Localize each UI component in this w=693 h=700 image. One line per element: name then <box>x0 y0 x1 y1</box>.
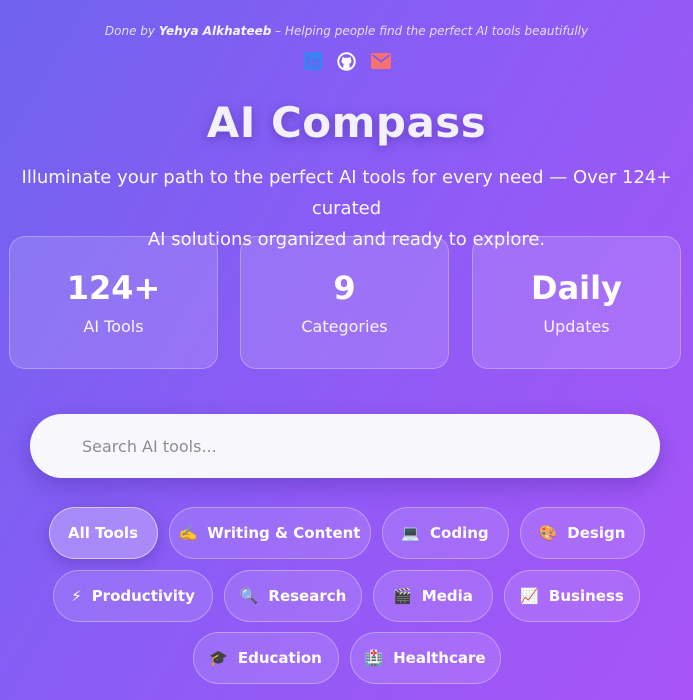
magnifier-icon: 🔍 <box>239 587 259 605</box>
search-input[interactable] <box>82 436 622 456</box>
filter-education[interactable]: 🎓 Education <box>192 632 339 684</box>
linkedin-icon[interactable] <box>303 51 323 71</box>
category-row-3: 🎓 Education 🏥 Healthcare <box>0 632 693 684</box>
stat-value: 124+ <box>66 269 161 307</box>
writing-hand-icon: ✍️ <box>178 524 198 542</box>
stat-label: AI Tools <box>83 317 144 336</box>
filter-productivity[interactable]: ⚡ Productivity <box>53 570 213 622</box>
palette-icon: 🎨 <box>538 524 558 542</box>
stat-card-tools: 124+ AI Tools <box>9 236 218 369</box>
filter-healthcare[interactable]: 🏥 Healthcare <box>349 632 501 684</box>
mail-icon[interactable] <box>370 51 391 71</box>
credit-line: Done by Yehya Alkhateeb – Helping people… <box>0 24 693 38</box>
graduation-cap-icon: 🎓 <box>209 649 228 667</box>
medical-icon: 🏥 <box>364 649 384 667</box>
category-row-1: All Tools ✍️ Writing & Content 💻 Coding … <box>0 507 693 559</box>
filter-business[interactable]: 📈 Business <box>504 570 640 622</box>
filter-label: Healthcare <box>393 649 486 667</box>
credit-suffix: – Helping people find the perfect AI too… <box>271 24 589 38</box>
credit-prefix: Done by <box>104 24 159 38</box>
github-icon[interactable] <box>337 51 357 71</box>
stat-card-updates: Daily Updates <box>472 236 681 369</box>
author-name: Yehya Alkhateeb <box>158 24 272 38</box>
clapper-icon: 🎬 <box>393 587 412 605</box>
filter-label: Research <box>268 587 347 605</box>
stat-label: Categories <box>301 317 388 336</box>
filter-label: Design <box>567 524 626 542</box>
filter-label: Coding <box>430 524 489 542</box>
search-bar <box>30 414 660 478</box>
filter-label: Business <box>548 587 624 605</box>
social-links <box>0 51 693 71</box>
filter-all-tools[interactable]: All Tools <box>48 507 158 559</box>
filter-label: All Tools <box>67 524 139 542</box>
stat-value: 9 <box>333 269 356 307</box>
page-title: AI Compass <box>206 98 487 147</box>
filter-research[interactable]: 🔍 Research <box>224 570 362 622</box>
filter-label: Productivity <box>91 587 195 605</box>
laptop-icon: 💻 <box>401 524 421 542</box>
filter-label: Media <box>421 587 473 605</box>
category-row-2: ⚡ Productivity 🔍 Research 🎬 Media 📈 Busi… <box>0 570 693 622</box>
chart-increasing-icon: 📈 <box>520 587 539 605</box>
filter-writing-content[interactable]: ✍️ Writing & Content <box>168 507 371 559</box>
filter-label: Education <box>237 649 322 667</box>
lightning-icon: ⚡ <box>71 587 82 605</box>
stat-card-categories: 9 Categories <box>240 236 449 369</box>
filter-coding[interactable]: 💻 Coding <box>381 507 509 559</box>
subtitle-line-1: Illuminate your path to the perfect AI t… <box>21 167 672 219</box>
stat-label: Updates <box>543 317 610 336</box>
stat-value: Daily <box>531 269 622 307</box>
filter-label: Writing & Content <box>207 524 361 542</box>
filter-media[interactable]: 🎬 Media <box>373 570 493 622</box>
filter-design[interactable]: 🎨 Design <box>519 507 645 559</box>
